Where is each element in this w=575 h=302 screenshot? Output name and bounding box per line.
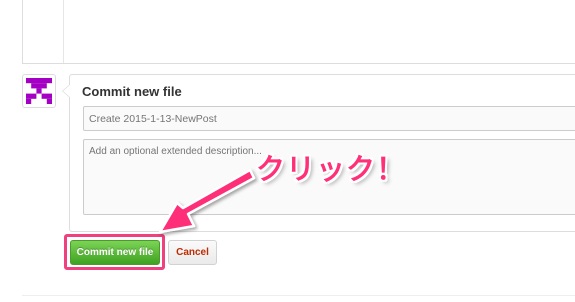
- click-annotation: クリック！: [256, 152, 407, 186]
